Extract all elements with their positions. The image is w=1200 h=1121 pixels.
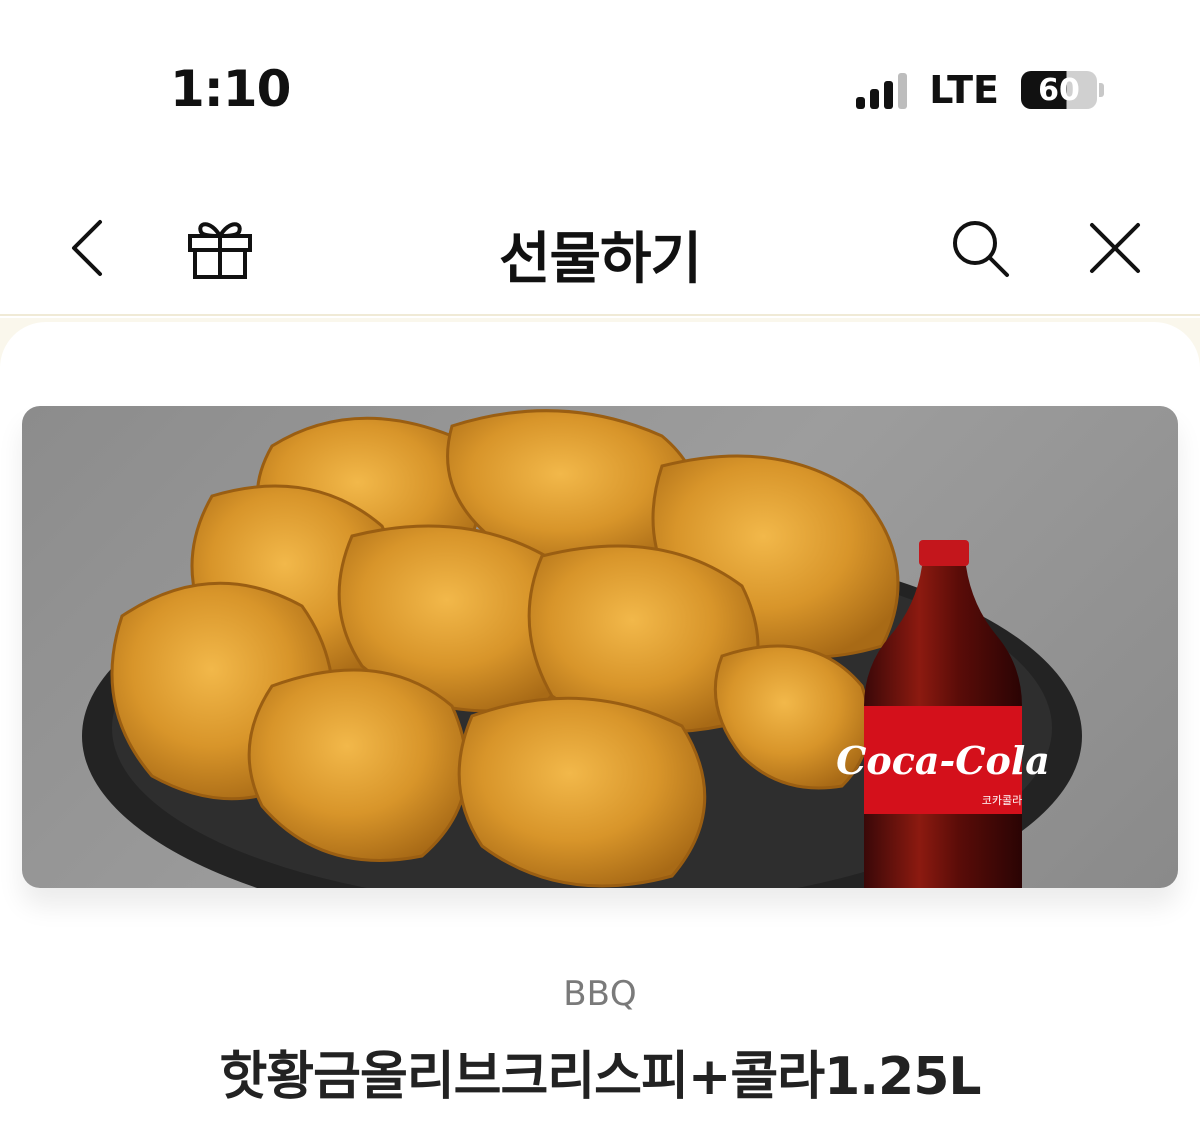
content-area: Coca-Cola 코카콜라 BBQ 핫황금올리브크리스피+콜라1.25L — [0, 318, 1200, 1121]
nav-bar: 선물하기 — [0, 180, 1200, 316]
status-bar: 1:10 LTE 60 — [0, 0, 1200, 180]
product-image[interactable]: Coca-Cola 코카콜라 — [22, 406, 1178, 888]
page-title: 선물하기 — [498, 227, 702, 292]
status-indicators: LTE 60 — [856, 68, 1104, 112]
signal-strength-icon — [856, 71, 908, 109]
chicken-and-cola-illustration: Coca-Cola 코카콜라 — [82, 409, 1082, 888]
cola-logo: Coca-Cola — [836, 738, 1050, 783]
status-time: 1:10 — [170, 60, 291, 118]
product-name: 핫황금올리브크리스피+콜라1.25L — [219, 1047, 981, 1107]
close-button[interactable] — [1082, 216, 1148, 280]
battery-icon: 60 — [1021, 71, 1104, 109]
search-button[interactable] — [944, 216, 1016, 280]
product-card: Coca-Cola 코카콜라 BBQ 핫황금올리브크리스피+콜라1.25L — [0, 322, 1200, 1121]
search-icon — [953, 221, 1009, 277]
close-icon — [1090, 223, 1140, 273]
brand-name: BBQ — [563, 974, 637, 1014]
network-type: LTE — [929, 68, 999, 112]
battery-level: 60 — [1021, 71, 1097, 109]
cola-label-small: 코카콜라 — [982, 794, 1022, 807]
